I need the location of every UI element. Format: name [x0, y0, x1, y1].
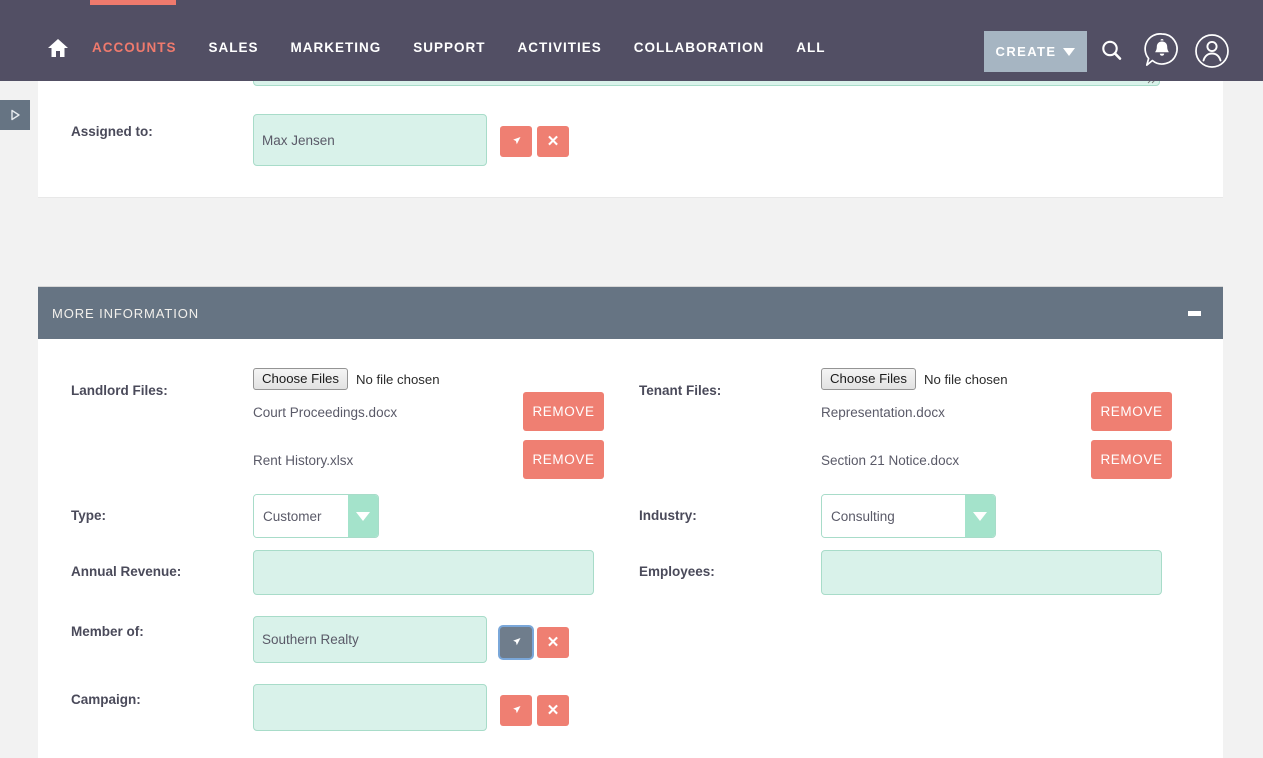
- page-background: Assigned to: ✕ MORE INFORMATION Landlord…: [0, 61, 1263, 758]
- sidebar-expand-toggle[interactable]: [0, 100, 30, 130]
- tenant-remove-button-2[interactable]: REMOVE: [1091, 440, 1172, 479]
- minus-collapse-icon[interactable]: [1188, 311, 1201, 316]
- expand-right-triangle-icon: [11, 109, 20, 121]
- nav-item-marketing[interactable]: MARKETING: [275, 33, 398, 63]
- member-of-label: Member of:: [71, 624, 144, 639]
- landlord-file-name-2: Rent History.xlsx: [253, 453, 354, 468]
- assigned-to-select-button[interactable]: [500, 126, 532, 157]
- employees-input[interactable]: [821, 550, 1162, 595]
- x-close-icon: ✕: [546, 133, 560, 150]
- tenant-files-label: Tenant Files:: [639, 383, 722, 398]
- arrow-cursor-icon: [512, 638, 520, 646]
- more-information-section-header[interactable]: MORE INFORMATION: [38, 286, 1223, 339]
- user-profile-icon[interactable]: [1187, 27, 1237, 75]
- industry-select-value: Consulting: [822, 495, 965, 537]
- search-icon[interactable]: [1087, 27, 1137, 75]
- campaign-input[interactable]: [253, 684, 487, 731]
- type-label: Type:: [71, 508, 107, 523]
- campaign-clear-button[interactable]: ✕: [537, 695, 569, 726]
- assigned-to-label: Assigned to:: [71, 124, 153, 139]
- nav-item-sales[interactable]: SALES: [193, 33, 275, 63]
- type-select[interactable]: Customer: [253, 494, 379, 538]
- landlord-files-label: Landlord Files:: [71, 383, 168, 398]
- assigned-to-clear-button[interactable]: ✕: [537, 126, 569, 157]
- account-detail-upper-card: Assigned to: ✕: [38, 61, 1223, 198]
- create-button[interactable]: CREATE: [984, 30, 1087, 72]
- landlord-remove-button-2[interactable]: REMOVE: [523, 440, 604, 479]
- campaign-select-button[interactable]: [500, 695, 532, 726]
- top-navigation-bar: ACCOUNTS SALES MARKETING SUPPORT ACTIVIT…: [0, 0, 1263, 81]
- landlord-remove-button-1[interactable]: REMOVE: [523, 392, 604, 431]
- nav-item-collaboration[interactable]: COLLABORATION: [618, 33, 781, 63]
- nav-item-all[interactable]: ALL: [780, 33, 841, 63]
- arrow-cursor-icon: [512, 706, 520, 714]
- tenant-file-name-1: Representation.docx: [821, 405, 945, 420]
- employees-label: Employees:: [639, 564, 715, 579]
- tenant-remove-button-1[interactable]: REMOVE: [1091, 392, 1172, 431]
- landlord-file-input[interactable]: Choose Files No file chosen: [253, 368, 440, 390]
- member-of-select-button[interactable]: [500, 627, 532, 658]
- assigned-to-input[interactable]: [253, 114, 487, 166]
- campaign-label: Campaign:: [71, 692, 141, 707]
- x-close-icon: ✕: [546, 634, 560, 651]
- landlord-file-name-1: Court Proceedings.docx: [253, 405, 398, 420]
- tenant-file-input[interactable]: Choose Files No file chosen: [821, 368, 1008, 390]
- nav-item-support[interactable]: SUPPORT: [397, 33, 501, 63]
- nav-item-accounts[interactable]: ACCOUNTS: [76, 33, 193, 63]
- chevron-down-icon: [965, 495, 995, 537]
- landlord-choose-files-button[interactable]: Choose Files: [253, 368, 348, 390]
- nav-primary-links: ACCOUNTS SALES MARKETING SUPPORT ACTIVIT…: [40, 33, 842, 63]
- active-tab-indicator: [90, 0, 176, 5]
- industry-label: Industry:: [639, 508, 697, 523]
- notification-bell-icon[interactable]: [1137, 27, 1187, 75]
- x-close-icon: ✕: [546, 702, 560, 719]
- industry-select[interactable]: Consulting: [821, 494, 996, 538]
- chevron-down-icon: [348, 495, 378, 537]
- section-title: MORE INFORMATION: [52, 306, 200, 321]
- chevron-down-icon: [1063, 48, 1076, 56]
- home-icon[interactable]: [40, 33, 76, 63]
- landlord-no-file-text: No file chosen: [355, 371, 440, 387]
- tenant-choose-files-button[interactable]: Choose Files: [821, 368, 916, 390]
- arrow-cursor-icon: [512, 137, 520, 145]
- tenant-no-file-text: No file chosen: [923, 371, 1008, 387]
- annual-revenue-label: Annual Revenue:: [71, 564, 182, 579]
- more-information-section-body: Landlord Files: Choose Files No file cho…: [38, 339, 1223, 758]
- nav-actions: CREATE: [984, 27, 1237, 75]
- member-of-clear-button[interactable]: ✕: [537, 627, 569, 658]
- nav-item-activities[interactable]: ACTIVITIES: [502, 33, 618, 63]
- member-of-input[interactable]: [253, 616, 487, 663]
- create-button-label: CREATE: [995, 43, 1057, 59]
- type-select-value: Customer: [254, 495, 348, 537]
- annual-revenue-input[interactable]: [253, 550, 594, 595]
- tenant-file-name-2: Section 21 Notice.docx: [821, 453, 960, 468]
